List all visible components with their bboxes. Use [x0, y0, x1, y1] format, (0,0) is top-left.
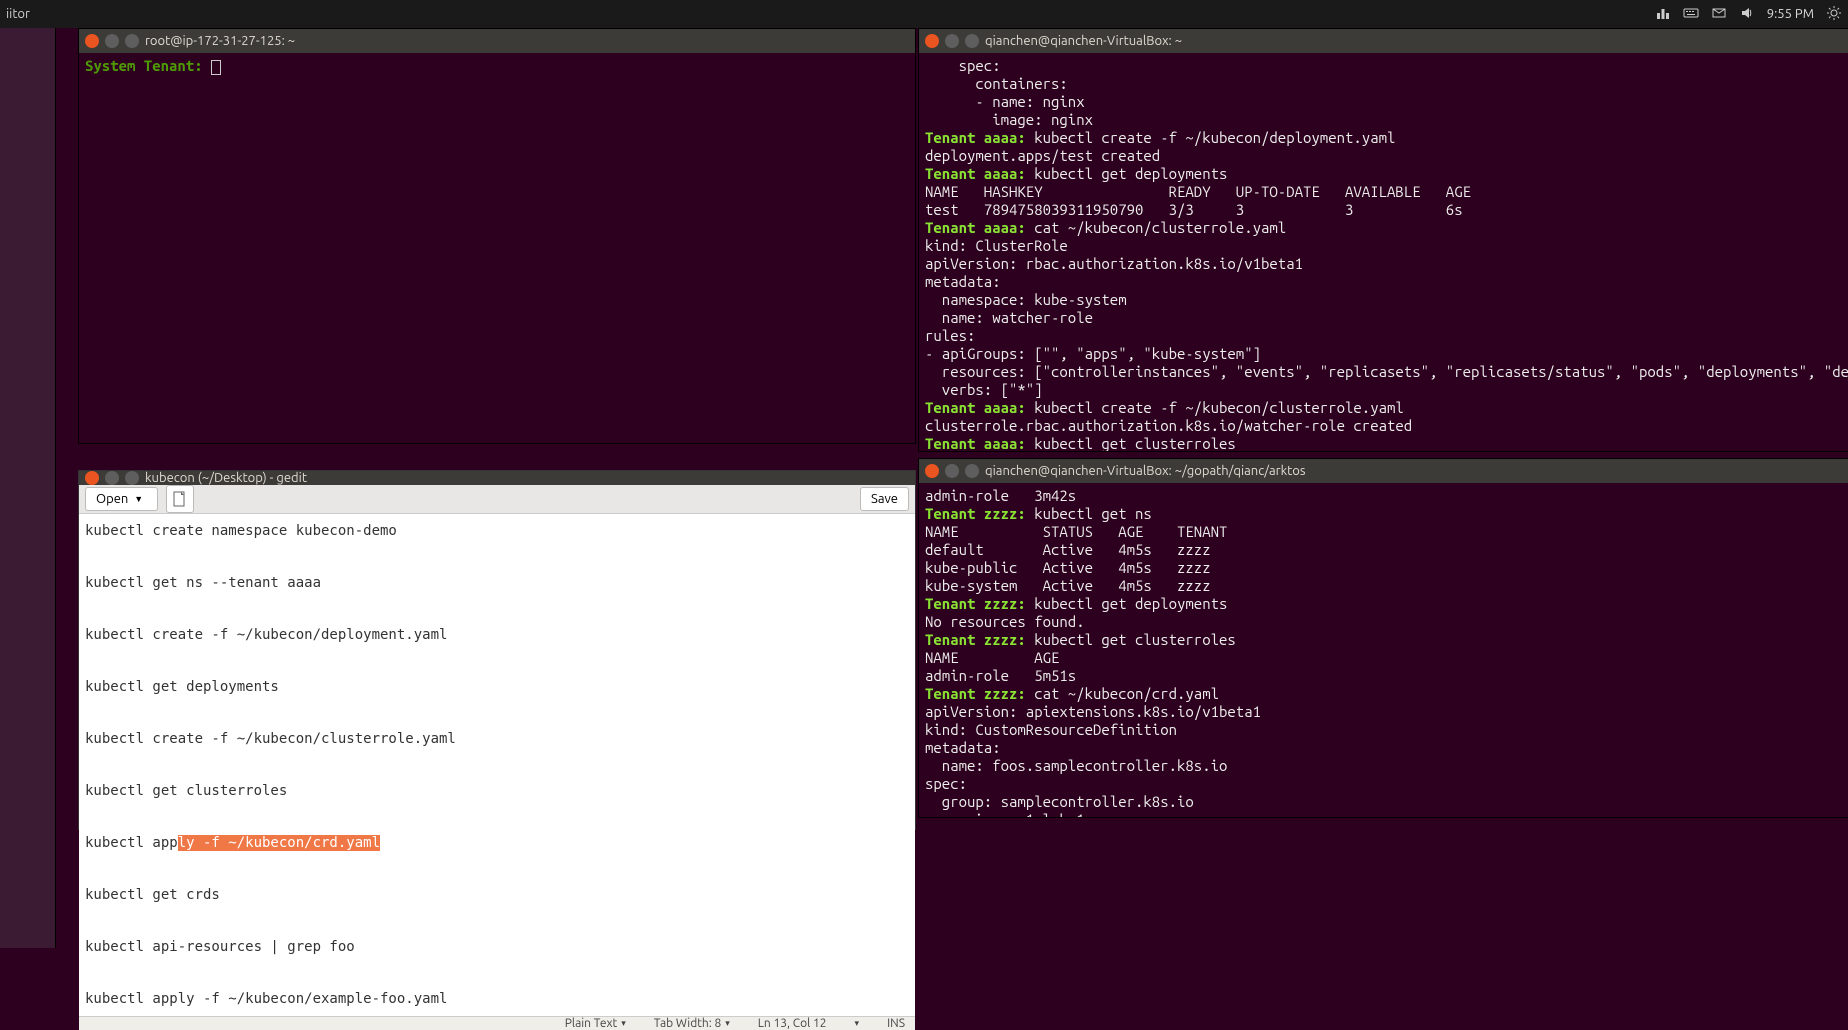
- unity-launcher[interactable]: [0, 28, 56, 948]
- prompt: Tenant aaaa:: [925, 399, 1034, 416]
- prompt: Tenant aaaa:: [925, 435, 1034, 452]
- minimize-icon[interactable]: [105, 471, 119, 485]
- editor-textarea[interactable]: kubectl create namespace kubecon-demo ku…: [79, 514, 915, 1016]
- insert-mode[interactable]: INS: [887, 1017, 905, 1030]
- prompt: Tenant zzzz:: [925, 505, 1034, 522]
- maximize-icon[interactable]: [965, 464, 979, 478]
- close-icon[interactable]: [925, 464, 939, 478]
- prompt: Tenant aaaa:: [925, 129, 1034, 146]
- window-titlebar[interactable]: root@ip-172-31-27-125: ~: [79, 29, 915, 53]
- window-titlebar[interactable]: qianchen@qianchen-VirtualBox: ~/gopath/q…: [919, 459, 1848, 483]
- prompt: Tenant zzzz:: [925, 595, 1034, 612]
- volume-icon[interactable]: [1739, 5, 1755, 24]
- tab-width-selector[interactable]: Tab Width: 8▾: [654, 1017, 730, 1030]
- window-title: root@ip-172-31-27-125: ~: [145, 34, 295, 48]
- window-titlebar[interactable]: qianchen@qianchen-VirtualBox: ~: [919, 29, 1848, 53]
- window-titlebar[interactable]: kubecon (~/Desktop) - gedit: [79, 471, 915, 485]
- gedit-statusbar: Plain Text▾ Tab Width: 8▾ Ln 13, Col 12 …: [79, 1016, 915, 1030]
- open-button[interactable]: Open ▼: [85, 487, 158, 511]
- terminal-system-tenant[interactable]: root@ip-172-31-27-125: ~ System Tenant:: [78, 28, 916, 444]
- prompt: System Tenant:: [85, 57, 211, 74]
- terminal-tenant-zzzz[interactable]: qianchen@qianchen-VirtualBox: ~/gopath/q…: [918, 458, 1848, 818]
- mail-icon[interactable]: [1711, 5, 1727, 24]
- terminal-output[interactable]: spec: containers: - name: nginx image: n…: [919, 53, 1848, 452]
- terminal-tenant-aaaa[interactable]: qianchen@qianchen-VirtualBox: ~ spec: co…: [918, 28, 1848, 452]
- prompt: Tenant zzzz:: [925, 685, 1034, 702]
- save-button[interactable]: Save: [860, 487, 909, 511]
- terminal-output[interactable]: System Tenant:: [79, 53, 915, 79]
- minimize-icon[interactable]: [945, 464, 959, 478]
- new-document-button[interactable]: [166, 485, 194, 513]
- gedit-window[interactable]: kubecon (~/Desktop) - gedit Open ▼ Save …: [78, 470, 916, 830]
- keyboard-icon[interactable]: [1683, 5, 1699, 24]
- chevron-down-icon: ▾: [621, 1018, 626, 1029]
- network-icon[interactable]: [1655, 5, 1671, 24]
- cursor-position: Ln 13, Col 12: [758, 1017, 827, 1030]
- close-icon[interactable]: [925, 34, 939, 48]
- prompt: Tenant aaaa:: [925, 165, 1034, 182]
- terminal-output[interactable]: admin-role 3m42s Tenant zzzz: kubectl ge…: [919, 483, 1848, 818]
- maximize-icon[interactable]: [125, 471, 139, 485]
- maximize-icon[interactable]: [965, 34, 979, 48]
- active-app-label: iitor: [6, 7, 30, 21]
- window-title: qianchen@qianchen-VirtualBox: ~/gopath/q…: [985, 464, 1306, 478]
- close-icon[interactable]: [85, 34, 99, 48]
- clock[interactable]: 9:55 PM: [1767, 7, 1814, 21]
- prompt: Tenant zzzz:: [925, 631, 1034, 648]
- window-title: kubecon (~/Desktop) - gedit: [145, 471, 307, 485]
- chevron-down-icon: ▾: [725, 1018, 730, 1029]
- gedit-toolbar: Open ▼ Save: [79, 485, 915, 514]
- close-icon[interactable]: [85, 471, 99, 485]
- text-selection: ly -f ~/kubecon/crd.yaml: [178, 835, 380, 851]
- maximize-icon[interactable]: [125, 34, 139, 48]
- window-title: qianchen@qianchen-VirtualBox: ~: [985, 34, 1182, 48]
- language-selector[interactable]: Plain Text▾: [565, 1017, 626, 1030]
- cursor: [211, 60, 221, 75]
- chevron-down-icon[interactable]: ▾: [855, 1018, 860, 1029]
- minimize-icon[interactable]: [945, 34, 959, 48]
- sys-indicators: 9:55 PM: [1655, 5, 1842, 24]
- chevron-down-icon: ▼: [134, 494, 143, 504]
- gear-icon[interactable]: [1826, 5, 1842, 24]
- minimize-icon[interactable]: [105, 34, 119, 48]
- prompt: Tenant aaaa:: [925, 219, 1034, 236]
